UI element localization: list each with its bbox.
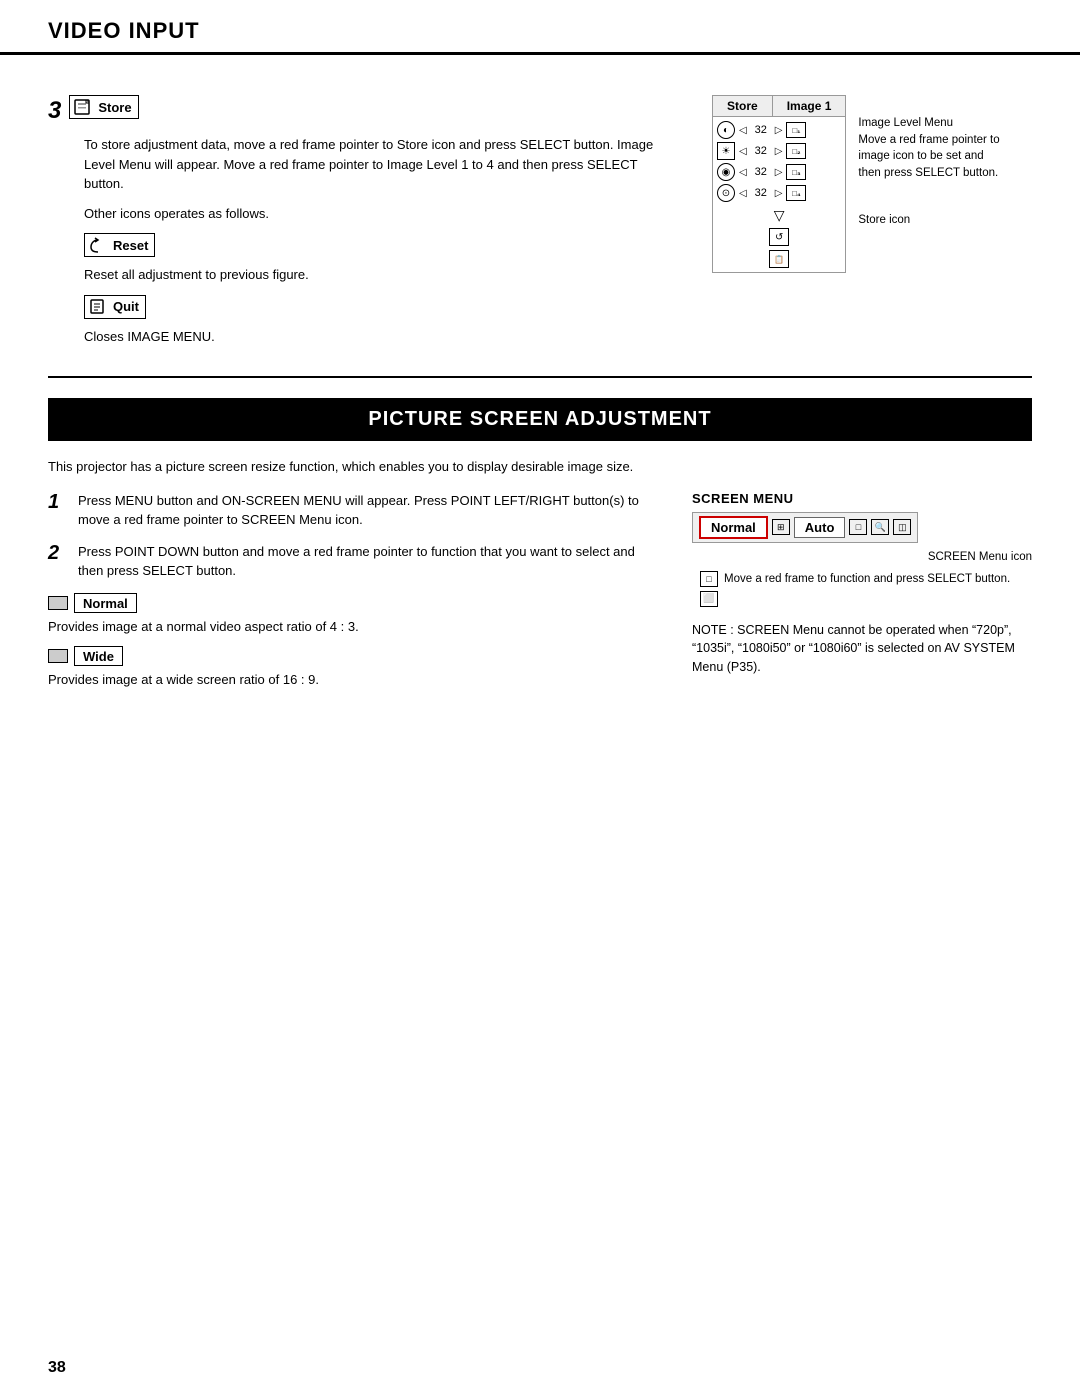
menu-icon-4: ⊙ bbox=[717, 184, 735, 202]
screen-menu-icon3: 🔍 bbox=[871, 519, 889, 535]
menu-bottom-icons: ↺ bbox=[717, 228, 841, 246]
section-store-right: Store Image 1 ◐ ◁ 32 ▷ □₁ bbox=[712, 95, 1032, 356]
menu-down-arrow: ▽ bbox=[717, 207, 841, 224]
screen-wide-icon: ⬜ bbox=[700, 591, 718, 607]
menu-arrow-l-1: ◁ bbox=[739, 125, 747, 136]
menu-row-1: ◐ ◁ 32 ▷ □₁ bbox=[717, 121, 841, 139]
menu-icon-1: ◐ bbox=[717, 121, 735, 139]
menu-arrow-r-3: ▷ bbox=[775, 167, 783, 178]
normal-desc: Provides image at a normal video aspect … bbox=[48, 617, 662, 637]
screen-menu-icon-annotation: SCREEN Menu icon bbox=[700, 551, 1032, 563]
menu-reset-icon: ↺ bbox=[769, 228, 789, 246]
normal-option-box: Normal bbox=[74, 593, 137, 613]
psa-step-2-number: 2 bbox=[48, 542, 68, 565]
menu-arrow-r-1: ▷ bbox=[775, 125, 783, 136]
normal-option: Normal Provides image at a normal video … bbox=[48, 593, 662, 637]
note-text: NOTE : SCREEN Menu cannot be operated wh… bbox=[692, 621, 1032, 677]
screen-menu-title: SCREEN MENU bbox=[692, 491, 1032, 506]
reset-desc: Reset all adjustment to previous figure. bbox=[84, 265, 672, 285]
section-store-left: 3 Store To st bbox=[48, 95, 672, 356]
screen-menu-mockup: Normal ⊞ Auto □ 🔍 ◫ bbox=[692, 512, 918, 543]
wide-option-icon bbox=[48, 649, 68, 663]
page-header: VIDEO INPUT bbox=[0, 0, 1080, 55]
menu-icon-2: ☀ bbox=[717, 142, 735, 160]
quit-label: Quit bbox=[113, 299, 139, 314]
reset-icon bbox=[87, 236, 109, 254]
page-title: VIDEO INPUT bbox=[48, 18, 200, 43]
menu-arrow-l-2: ◁ bbox=[739, 146, 747, 157]
psa-title: PICTURE SCREEN ADJUSTMENT bbox=[48, 398, 1032, 441]
psa-right: SCREEN MENU Normal ⊞ Auto □ 🔍 ◫ SCREEN M… bbox=[692, 491, 1032, 700]
screen-menu-icon2: □ bbox=[849, 519, 867, 535]
reset-label: Reset bbox=[113, 238, 148, 253]
menu-level-1: □₁ bbox=[786, 122, 806, 138]
menu-value-1: 32 bbox=[751, 124, 771, 136]
normal-label: Normal bbox=[83, 596, 128, 611]
menu-level-2: □₂ bbox=[786, 143, 806, 159]
menu-row-4: ⊙ ◁ 32 ▷ □₄ bbox=[717, 184, 841, 202]
quit-icon-label: Quit bbox=[84, 295, 146, 319]
step-3-number: 3 bbox=[48, 97, 61, 125]
menu-header-store: Store bbox=[713, 96, 773, 116]
reset-icon-label: Reset bbox=[84, 233, 155, 257]
image-level-annotation: Image Level MenuMove a red frame pointer… bbox=[858, 115, 999, 182]
menu-body: ◐ ◁ 32 ▷ □₁ ☀ ◁ 32 ▷ □₂ bbox=[712, 116, 846, 273]
screen-move-annotation: Move a red frame to function and press S… bbox=[724, 571, 1010, 587]
menu-value-2: 32 bbox=[751, 145, 771, 157]
wide-label: Wide bbox=[83, 649, 114, 664]
menu-arrow-l-4: ◁ bbox=[739, 188, 747, 199]
menu-arrow-r-2: ▷ bbox=[775, 146, 783, 157]
psa-step-2-text: Press POINT DOWN button and move a red f… bbox=[78, 542, 662, 581]
menu-store-icon: 📋 bbox=[769, 250, 789, 268]
psa-section: PICTURE SCREEN ADJUSTMENT This projector… bbox=[48, 398, 1032, 700]
psa-left: 1 Press MENU button and ON-SCREEN MENU w… bbox=[48, 491, 662, 700]
quit-section: Quit Closes IMAGE MENU. bbox=[84, 295, 672, 347]
section-store: 3 Store To st bbox=[48, 95, 1032, 356]
content-area: 3 Store To st bbox=[0, 55, 1080, 740]
psa-content: 1 Press MENU button and ON-SCREEN MENU w… bbox=[48, 491, 1032, 700]
menu-level-4: □₄ bbox=[786, 185, 806, 201]
psa-step-1-text: Press MENU button and ON-SCREEN MENU wil… bbox=[78, 491, 662, 530]
step-3-header: 3 Store bbox=[48, 95, 672, 127]
section-divider bbox=[48, 376, 1032, 378]
psa-intro: This projector has a picture screen resi… bbox=[48, 457, 1032, 477]
page-number: 38 bbox=[48, 1359, 66, 1377]
menu-arrow-r-4: ▷ bbox=[775, 188, 783, 199]
menu-value-3: 32 bbox=[751, 166, 771, 178]
menu-header-image: Image 1 bbox=[773, 96, 846, 116]
screen-normal-icon: □ bbox=[700, 571, 718, 587]
normal-option-icon bbox=[48, 596, 68, 610]
psa-step-2: 2 Press POINT DOWN button and move a red… bbox=[48, 542, 662, 581]
wide-option-box: Wide bbox=[74, 646, 123, 666]
store-icon-label: Store bbox=[69, 95, 138, 119]
screen-normal-btn: Normal bbox=[699, 516, 768, 539]
psa-step-1-number: 1 bbox=[48, 491, 68, 514]
psa-step-1: 1 Press MENU button and ON-SCREEN MENU w… bbox=[48, 491, 662, 530]
menu-level-3: □₃ bbox=[786, 164, 806, 180]
screen-auto-btn: Auto bbox=[794, 517, 846, 538]
menu-store-bottom: 📋 bbox=[717, 250, 841, 268]
store-body-text: To store adjustment data, move a red fra… bbox=[84, 135, 672, 194]
other-icons-label: Other icons operates as follows. bbox=[84, 204, 672, 224]
screen-menu-annotations: SCREEN Menu icon □ Move a red frame to f… bbox=[700, 551, 1032, 607]
wide-option: Wide Provides image at a wide screen rat… bbox=[48, 646, 662, 690]
reset-section: Reset Reset all adjustment to previous f… bbox=[84, 233, 672, 285]
image-level-menu-mockup: Store Image 1 ◐ ◁ 32 ▷ □₁ bbox=[712, 95, 846, 273]
menu-annotations: Image Level MenuMove a red frame pointer… bbox=[858, 115, 999, 228]
menu-icon-3: ◉ bbox=[717, 163, 735, 181]
screen-icon-row: □ Move a red frame to function and press… bbox=[700, 571, 1032, 587]
menu-arrow-l-3: ◁ bbox=[739, 167, 747, 178]
menu-value-4: 32 bbox=[751, 187, 771, 199]
quit-icon bbox=[87, 298, 109, 316]
store-icon bbox=[72, 98, 94, 116]
menu-row-3: ◉ ◁ 32 ▷ □₃ bbox=[717, 163, 841, 181]
wide-desc: Provides image at a wide screen ratio of… bbox=[48, 670, 662, 690]
screen-menu-icon4: ◫ bbox=[893, 519, 911, 535]
step-3-content: To store adjustment data, move a red fra… bbox=[84, 135, 672, 346]
quit-desc: Closes IMAGE MENU. bbox=[84, 327, 672, 347]
store-icon-annotation: Store icon bbox=[858, 212, 999, 229]
store-label: Store bbox=[98, 100, 131, 115]
screen-menu-icon1: ⊞ bbox=[772, 519, 790, 535]
menu-row-2: ☀ ◁ 32 ▷ □₂ bbox=[717, 142, 841, 160]
